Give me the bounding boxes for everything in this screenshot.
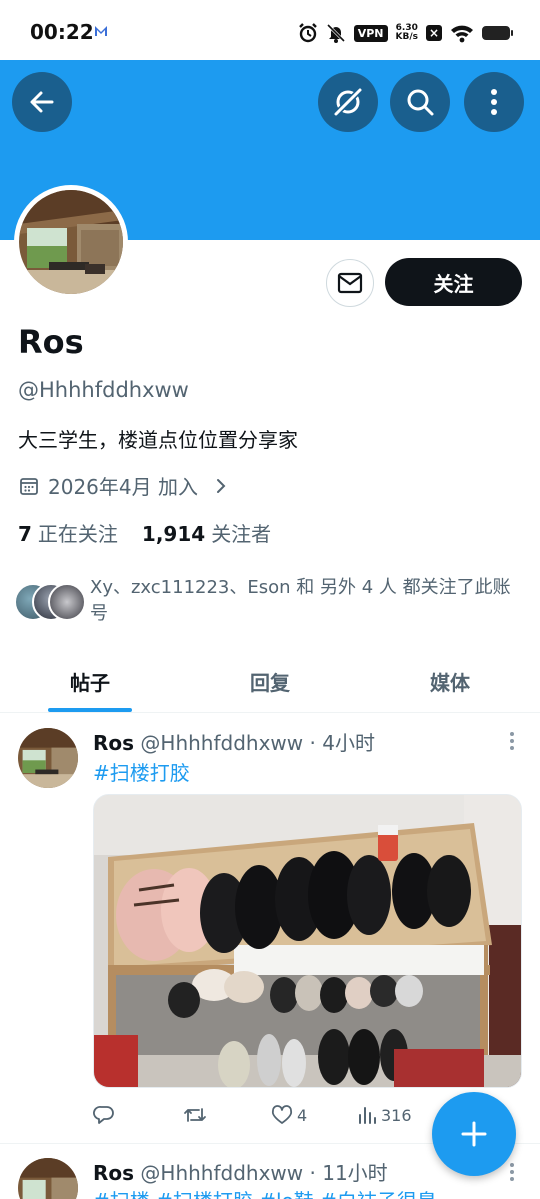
profile-avatar[interactable] [14, 185, 128, 299]
arrow-left-icon [30, 91, 54, 113]
calendar-icon [20, 477, 38, 495]
post-actions: 4 316 [93, 1105, 433, 1125]
profile-tabs: 帖子 回复 媒体 [0, 655, 540, 713]
post-handle: @Hhhhfddhxww [140, 731, 304, 755]
post-more-icon[interactable] [508, 1163, 516, 1184]
grok-button[interactable] [318, 72, 378, 132]
views-icon [359, 1107, 376, 1124]
vpn-icon: VPN [353, 24, 388, 42]
post-time: · 4小时 [309, 731, 375, 755]
like-count: 4 [297, 1105, 308, 1125]
followers-you-know[interactable]: Xy、zxc111223、Eson 和 另外 4 人 都关注了此账号 [14, 575, 524, 627]
x-icon: × [426, 25, 442, 41]
search-icon [407, 89, 434, 116]
compose-button[interactable] [432, 1092, 516, 1176]
profile-name: Ros [18, 323, 84, 361]
tab-replies[interactable]: 回复 [180, 655, 360, 712]
avatar[interactable] [18, 728, 78, 788]
following-stat[interactable]: 7 正在关注 [18, 518, 118, 547]
tab-media[interactable]: 媒体 [360, 655, 540, 712]
avatar-image [19, 190, 123, 294]
repost-icon [184, 1108, 206, 1122]
follow-stats: 7 正在关注 1,914 关注者 [18, 518, 271, 547]
post-more-icon[interactable] [508, 732, 516, 753]
post-hashtags[interactable]: #扫楼 #扫楼打胶 #lo鞋 #白袜子很臭 [93, 1185, 437, 1199]
avatar-image [18, 1158, 78, 1199]
status-time: 00:22 [30, 20, 94, 44]
post-header: Ros @Hhhhfddhxww · 11小时 [93, 1157, 388, 1186]
avatar[interactable] [18, 1158, 78, 1199]
post-author[interactable]: Ros [93, 1161, 134, 1185]
reply-button[interactable] [93, 1105, 183, 1125]
more-button[interactable] [464, 72, 524, 132]
followers-stat[interactable]: 1,914 关注者 [142, 518, 271, 547]
repost-button[interactable] [183, 1105, 271, 1125]
views-count: 316 [381, 1105, 412, 1125]
message-button[interactable] [326, 259, 374, 307]
shoe-rack-photo [94, 795, 521, 1087]
search-button[interactable] [390, 72, 450, 132]
chevron-right-icon [216, 478, 226, 493]
mute-icon [326, 23, 345, 43]
back-button[interactable] [12, 72, 72, 132]
post-image[interactable] [93, 794, 522, 1088]
like-button[interactable]: 4 [271, 1105, 357, 1125]
reply-icon [93, 1106, 114, 1124]
battery-icon [482, 26, 513, 40]
post[interactable]: Ros @Hhhhfddhxww · 4小时 #扫楼打胶 4 316 [0, 714, 540, 1144]
post-header: Ros @Hhhhfddhxww · 4小时 [93, 727, 375, 756]
alarm-icon [298, 23, 317, 43]
post-handle: @Hhhhfddhxww [140, 1161, 304, 1185]
more-vertical-icon [491, 89, 497, 115]
profile-handle: @Hhhhfddhxww [18, 378, 189, 402]
mail-icon [95, 26, 107, 36]
follow-button[interactable]: 关注 [385, 258, 522, 306]
tab-posts[interactable]: 帖子 [0, 655, 180, 712]
views-button[interactable]: 316 [357, 1105, 433, 1125]
mutual-avatars [14, 583, 86, 623]
wifi-icon [451, 25, 473, 43]
profile-bio: 大三学生，楼道点位位置分享家 [18, 428, 298, 452]
status-bar: 00:22 VPN 6.30 KB/s × [0, 0, 540, 60]
post-time: · 11小时 [309, 1161, 388, 1185]
joined-date[interactable]: 2026年4月 加入 [18, 471, 230, 500]
post-author[interactable]: Ros [93, 731, 134, 755]
joined-text: 2026年4月 加入 [48, 475, 198, 499]
plus-icon [461, 1121, 487, 1147]
heart-icon [271, 1105, 293, 1124]
mutuals-text: Xy、zxc111223、Eson 和 另外 4 人 都关注了此账号 [90, 577, 511, 624]
grok-icon [332, 86, 364, 118]
avatar [48, 583, 86, 621]
mail-icon [337, 272, 363, 294]
avatar-image [18, 728, 78, 788]
post-hashtags[interactable]: #扫楼打胶 [93, 757, 190, 786]
network-speed: 6.30 KB/s [395, 23, 418, 42]
